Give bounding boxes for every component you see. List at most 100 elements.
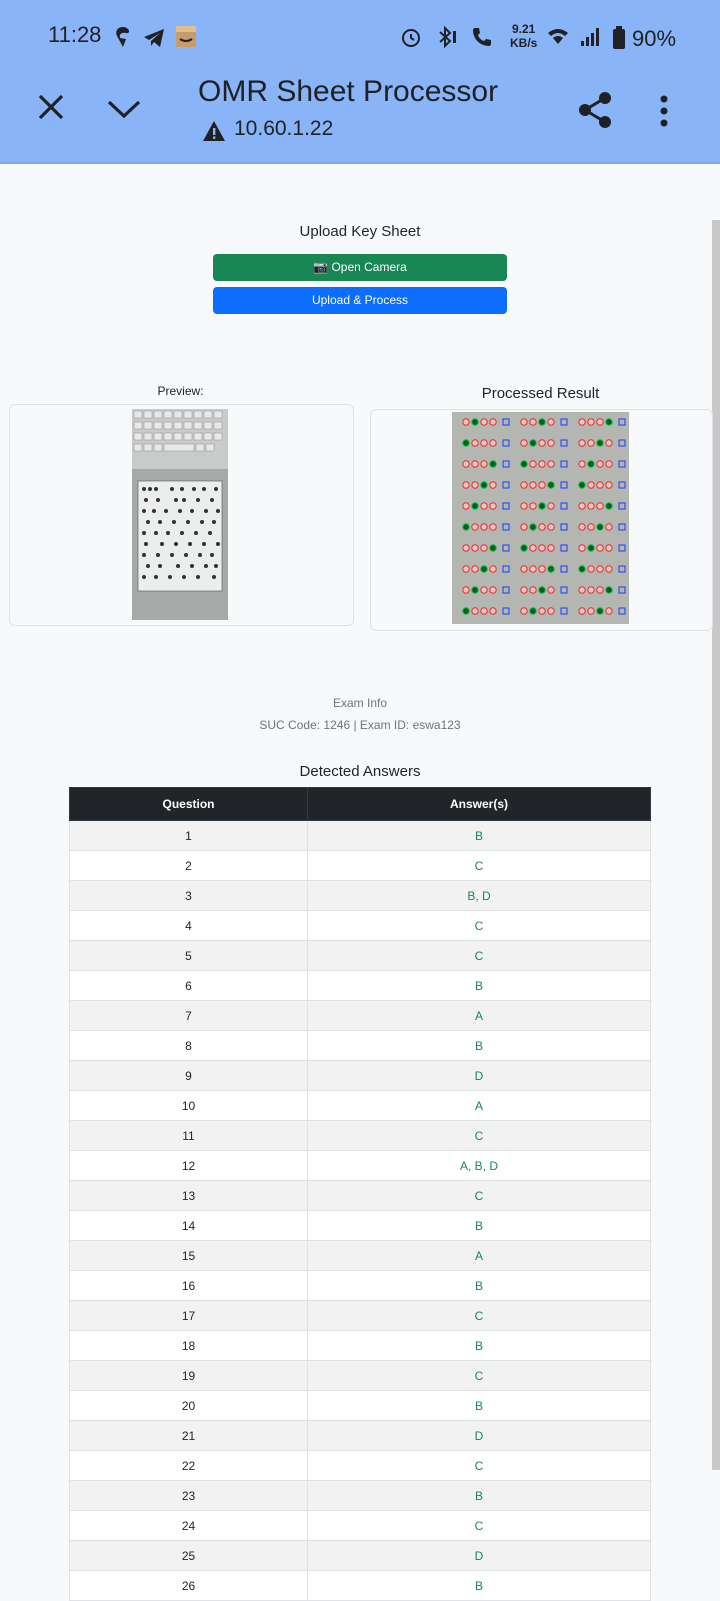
table-row: 5C: [69, 940, 651, 971]
bubble-mark: [462, 607, 470, 615]
answer-cell: B: [307, 1390, 651, 1421]
exam-info-heading: Exam Info: [332, 696, 388, 710]
bubble-mark: [596, 544, 604, 552]
answer-cell: D: [307, 1060, 651, 1091]
scrollbar[interactable]: [712, 220, 720, 1470]
answer-cell: C: [307, 1120, 651, 1151]
share-icon[interactable]: [576, 90, 614, 130]
call-icon: [473, 28, 491, 46]
answers-table-body: 1 B 2 C 3 B, D 4 C 5 C 6 B 7 A 8 B 9 D 10 A 11 C 12 A, B, D 13 C 1…: [69, 820, 651, 1601]
question-cell: 23: [69, 1480, 308, 1511]
answer-cell: B: [307, 1330, 651, 1361]
detected-answers-title: Detected Answers: [299, 763, 421, 780]
question-cell: 17: [69, 1300, 308, 1331]
status-bar: 11:28 9.21 KB/s 90%: [0, 0, 720, 76]
swiggy-icon: [116, 27, 130, 47]
answers-table: Question Answer(s) 1 B 2 C 3 B, D4C5C6B7A8B9D…: [69, 787, 651, 1601]
warning-icon[interactable]: [202, 120, 226, 142]
bubble-mark: [578, 586, 586, 594]
question-cell: 6: [69, 970, 308, 1001]
bubble-mark: [587, 481, 595, 489]
url-text[interactable]: 10.60.1.22: [234, 117, 333, 141]
bubble-mark: [547, 460, 555, 468]
bubble-mark: [480, 439, 488, 447]
bubble-mark: [529, 481, 537, 489]
question-cell: 3: [69, 880, 308, 911]
battery-percent: 90%: [632, 26, 677, 51]
answer-cell: A, B, D: [307, 1150, 651, 1181]
bubble-mark: [605, 565, 613, 573]
bubble-mark: [587, 460, 595, 468]
open-camera-button[interactable]: 📷 Open Camera: [213, 254, 507, 281]
table-row: 11 C: [69, 1120, 651, 1151]
bubble-mark: [578, 460, 586, 468]
page-title: OMR Sheet Processor: [198, 75, 499, 108]
bubble-mark: [596, 439, 604, 447]
table-row: 10 A: [69, 1090, 651, 1121]
bubble-mark: [520, 481, 528, 489]
question-cell: 26: [69, 1570, 308, 1601]
bubble-mark: [547, 523, 555, 531]
question-cell: 2: [69, 850, 308, 881]
bubble-mark: [520, 418, 528, 426]
table-row: 6B: [69, 970, 651, 1001]
bubble-mark: [578, 565, 586, 573]
bubble-mark: [596, 460, 604, 468]
net-speed: 9.21 KB/s: [510, 22, 537, 50]
table-row: 23 B: [69, 1480, 651, 1511]
bubble-mark: [587, 586, 595, 594]
table-row: 14 B: [69, 1210, 651, 1241]
bubble-mark: [547, 502, 555, 510]
bubble-mark: [538, 607, 546, 615]
bubble-mark: [462, 565, 470, 573]
bubble-mark: [529, 460, 537, 468]
bubble-mark: [587, 523, 595, 531]
answer-cell: C: [307, 850, 651, 881]
bubble-mark: [489, 544, 497, 552]
close-icon[interactable]: [36, 92, 66, 122]
answer-cell: C: [307, 1510, 651, 1541]
bubble-mark: [538, 439, 546, 447]
answer-cell: A: [307, 1240, 651, 1271]
exam-details: SUC Code: 1246 | Exam ID: eswa123: [259, 718, 461, 732]
bubble-mark: [520, 460, 528, 468]
bubble-mark: [547, 565, 555, 573]
bubble-mark: [520, 439, 528, 447]
bubble-mark: [547, 418, 555, 426]
bubble-mark: [480, 481, 488, 489]
wifi-icon: [548, 29, 568, 44]
upload-title: Upload Key Sheet: [299, 223, 421, 240]
bubble-mark: [596, 586, 604, 594]
bubble-mark: [480, 418, 488, 426]
upload-process-button[interactable]: Upload & Process: [213, 287, 507, 314]
bubble-mark: [471, 544, 479, 552]
table-row: 1B: [69, 820, 651, 851]
alarm-icon: [402, 29, 420, 47]
question-cell: 7: [69, 1000, 308, 1031]
bubble-mark: [529, 418, 537, 426]
bubble-mark: [578, 502, 586, 510]
processed-image: [452, 412, 629, 624]
bubble-mark: [538, 586, 546, 594]
chevron-down-icon[interactable]: [106, 94, 142, 124]
bubble-mark: [480, 502, 488, 510]
bubble-mark: [529, 439, 537, 447]
bubble-mark: [547, 544, 555, 552]
table-row: 3 B, D: [69, 880, 651, 911]
more-vert-icon[interactable]: [658, 94, 670, 128]
bubble-mark: [587, 502, 595, 510]
question-cell: 21: [69, 1420, 308, 1451]
bubble-mark: [520, 502, 528, 510]
bubble-mark: [587, 418, 595, 426]
answer-cell: C: [307, 1450, 651, 1481]
answer-cell: B: [307, 1030, 651, 1061]
bubble-mark: [605, 607, 613, 615]
bubble-mark: [462, 439, 470, 447]
bubble-mark: [538, 544, 546, 552]
bubble-mark: [529, 544, 537, 552]
question-cell: 24: [69, 1510, 308, 1541]
bubble-mark: [529, 502, 537, 510]
table-row: 7A: [69, 1000, 651, 1031]
bubble-mark: [489, 418, 497, 426]
bubble-mark: [596, 502, 604, 510]
